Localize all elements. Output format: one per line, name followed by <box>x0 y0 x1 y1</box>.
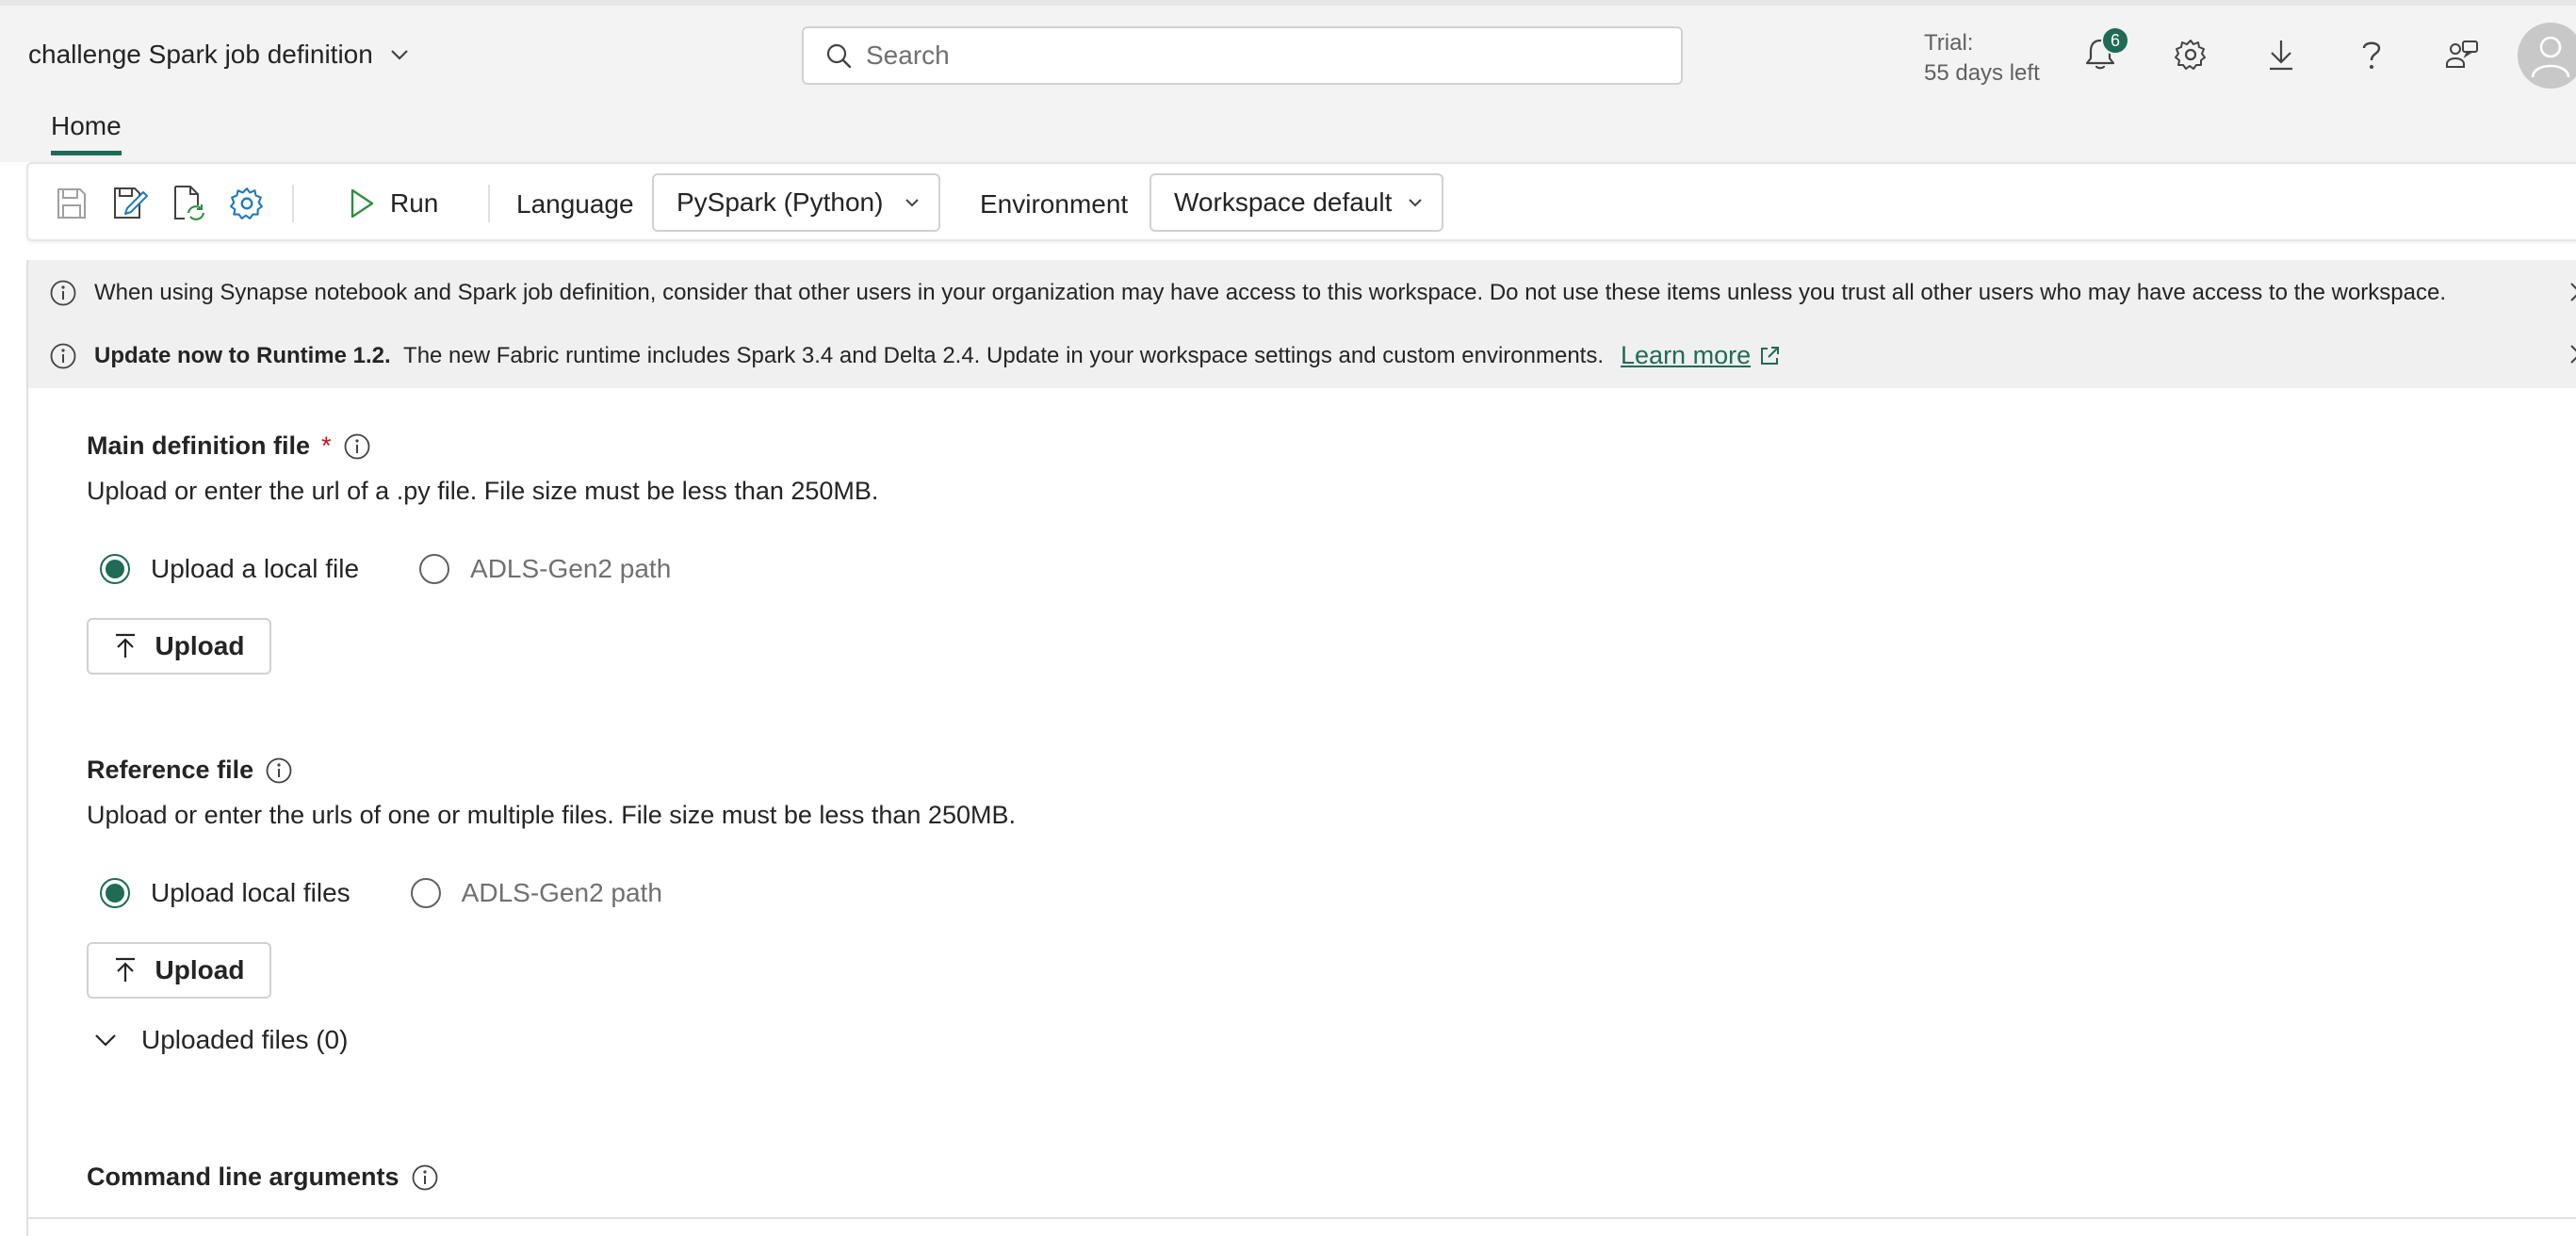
trial-days-left: 55 days left <box>1924 60 2040 86</box>
runtime-update-notice: Update now to Runtime 1.2. The new Fabri… <box>49 341 1781 370</box>
environment-label: Environment <box>980 189 1129 219</box>
search-input[interactable] <box>866 41 1639 71</box>
item-title: challenge Spark job definition <box>28 40 373 69</box>
external-link-icon <box>1758 345 1781 367</box>
info-icon <box>49 279 77 307</box>
download-icon[interactable] <box>2262 36 2300 73</box>
radio-adls-gen2-path[interactable]: ADLS-Gen2 path <box>410 878 662 908</box>
close-icon[interactable] <box>2565 339 2576 369</box>
item-title-dropdown[interactable]: challenge Spark job definition <box>28 40 409 70</box>
environment-value: Workspace default <box>1174 187 1393 217</box>
tab-home[interactable]: Home <box>51 111 122 155</box>
chevron-down-icon <box>94 1033 117 1047</box>
search-icon <box>824 41 853 70</box>
top-bar: challenge Spark job definition Trial: 55… <box>0 0 2576 94</box>
language-value: PySpark (Python) <box>677 187 884 217</box>
upload-label: Upload <box>155 955 245 984</box>
chevron-down-icon <box>905 198 920 207</box>
trial-label: Trial: <box>1924 30 1974 56</box>
radio-upload-local-files[interactable]: Upload local files <box>100 878 351 908</box>
chevron-down-icon <box>1408 198 1423 207</box>
language-label: Language <box>516 189 634 219</box>
gear-icon[interactable] <box>2172 36 2209 73</box>
learn-more-label: Learn more <box>1621 341 1752 369</box>
info-icon[interactable] <box>265 756 293 785</box>
workspace-access-notice: When using Synapse notebook and Spark jo… <box>49 279 2446 307</box>
trial-status[interactable]: Trial: 55 days left <box>1924 28 2040 89</box>
uploaded-files-label: Uploaded files (0) <box>141 1025 349 1054</box>
notice-text: When using Synapse notebook and Spark jo… <box>94 280 2446 305</box>
save-as-icon[interactable] <box>111 185 149 222</box>
help-icon[interactable] <box>2353 36 2390 73</box>
main-definition-description: Upload or enter the url of a .py file. F… <box>87 477 879 505</box>
refresh-file-icon[interactable] <box>170 185 207 222</box>
main-definition-source-options: Upload a local file ADLS-Gen2 path <box>100 554 671 584</box>
info-icon[interactable] <box>411 1163 439 1192</box>
notice-bold-text: Update now to Runtime 1.2. <box>94 342 391 368</box>
info-icon <box>49 342 77 370</box>
uploaded-files-toggle[interactable]: Uploaded files (0) <box>94 1025 348 1055</box>
upload-icon <box>114 633 137 659</box>
ribbon-tabs: Home <box>0 94 2576 162</box>
command-line-input-edge[interactable] <box>28 1217 2576 1219</box>
run-button[interactable]: Run <box>349 183 438 224</box>
learn-more-link[interactable]: Learn more <box>1621 341 1781 370</box>
upload-button[interactable]: Upload <box>87 618 271 675</box>
main-definition-title: Main definition file * <box>87 431 371 461</box>
required-marker: * <box>321 431 332 460</box>
notice-banners: When using Synapse notebook and Spark jo… <box>26 260 2576 388</box>
toolbar-divider <box>488 185 490 222</box>
toolbar: Run Language PySpark (Python) Environmen… <box>26 162 2576 241</box>
upload-icon <box>114 957 137 984</box>
info-icon[interactable] <box>343 432 371 461</box>
notice-text: The new Fabric runtime includes Spark 3.… <box>403 342 1605 368</box>
run-label: Run <box>390 188 439 218</box>
radio-adls-gen2-path[interactable]: ADLS-Gen2 path <box>419 554 671 584</box>
environment-dropdown[interactable]: Workspace default <box>1149 173 1443 232</box>
toolbar-divider <box>292 185 294 222</box>
reference-file-source-options: Upload local files ADLS-Gen2 path <box>100 878 662 908</box>
notification-count-badge: 6 <box>2101 26 2129 55</box>
upload-label: Upload <box>155 631 245 660</box>
play-icon <box>349 187 375 220</box>
upload-button[interactable]: Upload <box>87 942 271 999</box>
share-people-icon[interactable] <box>2443 36 2481 73</box>
reference-file-description: Upload or enter the urls of one or multi… <box>87 801 1016 829</box>
definition-form: Main definition file * Upload or enter t… <box>26 388 2576 1236</box>
search-box[interactable] <box>802 26 1683 85</box>
chevron-down-icon <box>390 49 409 60</box>
radio-upload-local-file[interactable]: Upload a local file <box>100 554 359 584</box>
close-icon[interactable] <box>2565 277 2576 307</box>
avatar[interactable] <box>2518 23 2576 89</box>
language-dropdown[interactable]: PySpark (Python) <box>652 173 940 232</box>
save-icon[interactable] <box>53 185 90 222</box>
settings-icon[interactable] <box>228 185 266 222</box>
command-line-title: Command line arguments <box>87 1163 439 1192</box>
reference-file-title: Reference file <box>87 756 293 785</box>
